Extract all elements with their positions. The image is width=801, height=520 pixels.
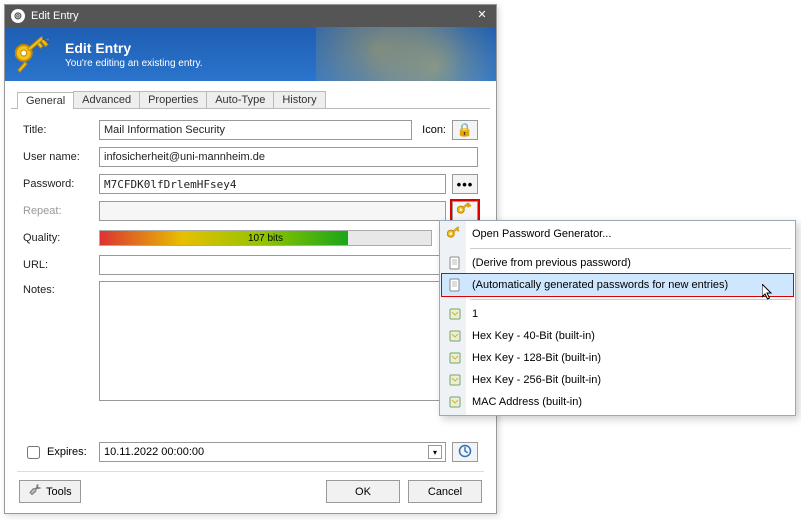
tab-general[interactable]: General (17, 92, 74, 109)
banner-heading: Edit Entry (65, 40, 203, 56)
window-title: Edit Entry (31, 10, 474, 22)
menu-item-mac[interactable]: MAC Address (built-in) (442, 391, 793, 413)
choose-icon-button[interactable]: 🔒 (452, 120, 478, 140)
expires-checkbox-wrap[interactable]: Expires: (23, 443, 93, 462)
menu-separator (470, 299, 791, 300)
tab-advanced[interactable]: Advanced (73, 91, 140, 108)
row-password: Password: ••• (23, 173, 478, 195)
book-icon (447, 328, 463, 344)
password-generator-menu: Open Password Generator... (Derive from … (439, 220, 796, 416)
row-notes: Notes: (23, 281, 478, 436)
book-icon (447, 350, 463, 366)
url-input[interactable] (99, 255, 478, 275)
menu-item-profile-1[interactable]: 1 (442, 303, 793, 325)
menu-label: (Derive from previous password) (472, 257, 631, 269)
dialog-footer: Tools OK Cancel (5, 472, 496, 513)
menu-label: (Automatically generated passwords for n… (472, 279, 728, 291)
label-title: Title: (23, 124, 93, 136)
book-icon (447, 372, 463, 388)
quality-text: 107 bits (248, 233, 283, 244)
expires-date-field[interactable]: 10.11.2022 00:00:00 ▾ (99, 442, 446, 462)
app-icon: ⊚ (11, 9, 25, 23)
menu-separator (470, 248, 791, 249)
label-expires: Expires: (47, 446, 87, 458)
form-body: Title: Icon: 🔒 User name: Password: ••• … (5, 109, 496, 471)
key-icon (15, 34, 55, 74)
label-username: User name: (23, 151, 93, 163)
cancel-button[interactable]: Cancel (408, 480, 482, 503)
menu-label: Hex Key - 40-Bit (built-in) (472, 330, 595, 342)
row-quality: Quality: 107 bits 20 ch. (23, 227, 478, 249)
label-quality: Quality: (23, 232, 93, 244)
title-input[interactable] (99, 120, 412, 140)
menu-item-hex128[interactable]: Hex Key - 128-Bit (built-in) (442, 347, 793, 369)
row-url: URL: (23, 254, 478, 276)
mouse-cursor-icon (762, 284, 774, 302)
repeat-input (99, 201, 446, 221)
close-icon[interactable]: ✕ (474, 8, 490, 24)
menu-label: MAC Address (built-in) (472, 396, 582, 408)
reveal-password-button[interactable]: ••• (452, 174, 478, 194)
notes-input[interactable] (99, 281, 478, 401)
menu-item-derive[interactable]: (Derive from previous password) (442, 252, 793, 274)
username-input[interactable] (99, 147, 478, 167)
lock-icon: 🔒 (457, 122, 473, 138)
row-repeat: Repeat: (23, 200, 478, 222)
ok-button[interactable]: OK (326, 480, 400, 503)
menu-item-hex40[interactable]: Hex Key - 40-Bit (built-in) (442, 325, 793, 347)
label-url: URL: (23, 259, 93, 271)
doc-icon (447, 255, 463, 271)
tools-button[interactable]: Tools (19, 480, 81, 503)
row-expires: Expires: 10.11.2022 00:00:00 ▾ (23, 441, 478, 463)
menu-label: Hex Key - 256-Bit (built-in) (472, 374, 601, 386)
dialog-banner: Edit Entry You're editing an existing en… (5, 27, 496, 81)
row-username: User name: (23, 146, 478, 168)
clock-icon (458, 444, 472, 461)
book-icon (447, 306, 463, 322)
dots-icon: ••• (457, 177, 474, 192)
menu-label: Open Password Generator... (472, 228, 611, 240)
label-repeat: Repeat: (23, 205, 93, 217)
tab-properties[interactable]: Properties (139, 91, 207, 108)
generate-password-button[interactable] (452, 201, 478, 221)
expires-clock-button[interactable] (452, 442, 478, 462)
banner-subheading: You're editing an existing entry. (65, 58, 203, 69)
wrench-icon (28, 483, 42, 500)
expires-date-value: 10.11.2022 00:00:00 (104, 446, 204, 458)
label-password: Password: (23, 178, 93, 190)
book-icon (447, 394, 463, 410)
menu-item-open-generator[interactable]: Open Password Generator... (442, 223, 793, 245)
date-dropdown-icon[interactable]: ▾ (428, 445, 442, 459)
tab-strip: General Advanced Properties Auto-Type Hi… (11, 87, 490, 109)
password-input[interactable] (99, 174, 446, 194)
row-title: Title: Icon: 🔒 (23, 119, 478, 141)
key-gold-icon (457, 202, 473, 221)
expires-checkbox[interactable] (27, 446, 40, 459)
tab-history[interactable]: History (273, 91, 325, 108)
menu-item-hex256[interactable]: Hex Key - 256-Bit (built-in) (442, 369, 793, 391)
menu-item-auto-generated[interactable]: (Automatically generated passwords for n… (442, 274, 793, 296)
menu-label: Hex Key - 128-Bit (built-in) (472, 352, 601, 364)
quality-meter: 107 bits (99, 230, 432, 246)
edit-entry-dialog: ⊚ Edit Entry ✕ Edit Entry You're editing… (4, 4, 497, 514)
menu-label: 1 (472, 308, 478, 320)
tools-label: Tools (46, 486, 72, 498)
key-gold-icon (447, 226, 463, 242)
label-icon: Icon: (418, 124, 446, 136)
tab-autotype[interactable]: Auto-Type (206, 91, 274, 108)
window-titlebar: ⊚ Edit Entry ✕ (5, 5, 496, 27)
label-notes: Notes: (23, 281, 93, 296)
banner-text: Edit Entry You're editing an existing en… (65, 40, 203, 69)
doc-icon (447, 277, 463, 293)
